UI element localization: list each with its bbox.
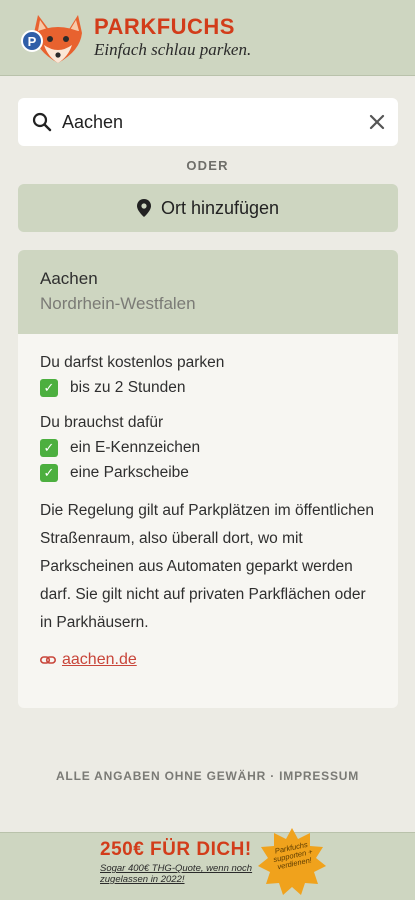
imprint-link[interactable]: IMPRESSUM [279, 769, 359, 783]
divider-text: ODER [186, 158, 229, 173]
map-pin-icon [136, 199, 151, 217]
footer-separator: · [270, 769, 275, 783]
list-item: ✓ eine Parkscheibe [40, 460, 376, 485]
source-link[interactable]: aachen.de [62, 651, 137, 669]
source-link-row: aachen.de [40, 651, 376, 669]
app-header: P PARKFUCHS Einfach schlau parken. [0, 0, 415, 76]
check-mark-icon: ✓ [40, 463, 58, 482]
footer-note: ALLE ANGABEN OHNE GEWÄHR · IMPRESSUM [0, 769, 415, 783]
check-mark-icon: ✓ [40, 378, 58, 397]
check-mark-icon: ✓ [40, 438, 58, 457]
list-item: ✓ bis zu 2 Stunden [40, 375, 376, 400]
add-place-button[interactable]: Ort hinzufügen [18, 184, 398, 232]
close-icon[interactable] [368, 113, 386, 131]
disclaimer-text: ALLE ANGABEN OHNE GEWÄHR [55, 769, 267, 783]
brand-tagline: Einfach schlau parken. [94, 39, 252, 59]
svg-text:P: P [28, 34, 37, 49]
add-place-label: Ort hinzufügen [160, 197, 280, 218]
free-parking-title: Du darfst kostenlos parken [40, 354, 225, 371]
list-item-label: eine Parkscheibe [70, 464, 189, 481]
list-item-label: ein E-Kennzeichen [70, 439, 201, 456]
requirements-title: Du brauchst dafür [40, 414, 164, 431]
promo-banner[interactable]: 250€ FÜR DICH! Sogar 400€ THG-Quote, wen… [0, 832, 415, 900]
promo-badge[interactable]: Parkfuchs supporten + verdienen! [256, 826, 328, 898]
result-state: Nordrhein-Westfalen [40, 294, 196, 313]
fox-parking-logo-icon: P [20, 11, 86, 65]
result-card: Aachen Nordrhein-Westfalen Du darfst kos… [18, 250, 398, 708]
brand-name: PARKFUCHS [94, 13, 235, 39]
result-card-header: Aachen Nordrhein-Westfalen [18, 250, 398, 334]
search-icon [32, 112, 52, 132]
promo-subtitle[interactable]: Sogar 400€ THG-Quote, wenn noch zugelass… [100, 863, 260, 885]
link-icon [40, 656, 56, 664]
result-city: Aachen [40, 269, 98, 288]
list-item-label: bis zu 2 Stunden [70, 379, 186, 396]
list-item: ✓ ein E-Kennzeichen [40, 435, 376, 460]
rule-description: Die Regelung gilt auf Parkplätzen im öff… [40, 502, 375, 631]
search-input[interactable]: Aachen [62, 112, 368, 133]
search-field[interactable]: Aachen [18, 98, 398, 146]
promo-title[interactable]: 250€ FÜR DICH! [100, 839, 252, 861]
